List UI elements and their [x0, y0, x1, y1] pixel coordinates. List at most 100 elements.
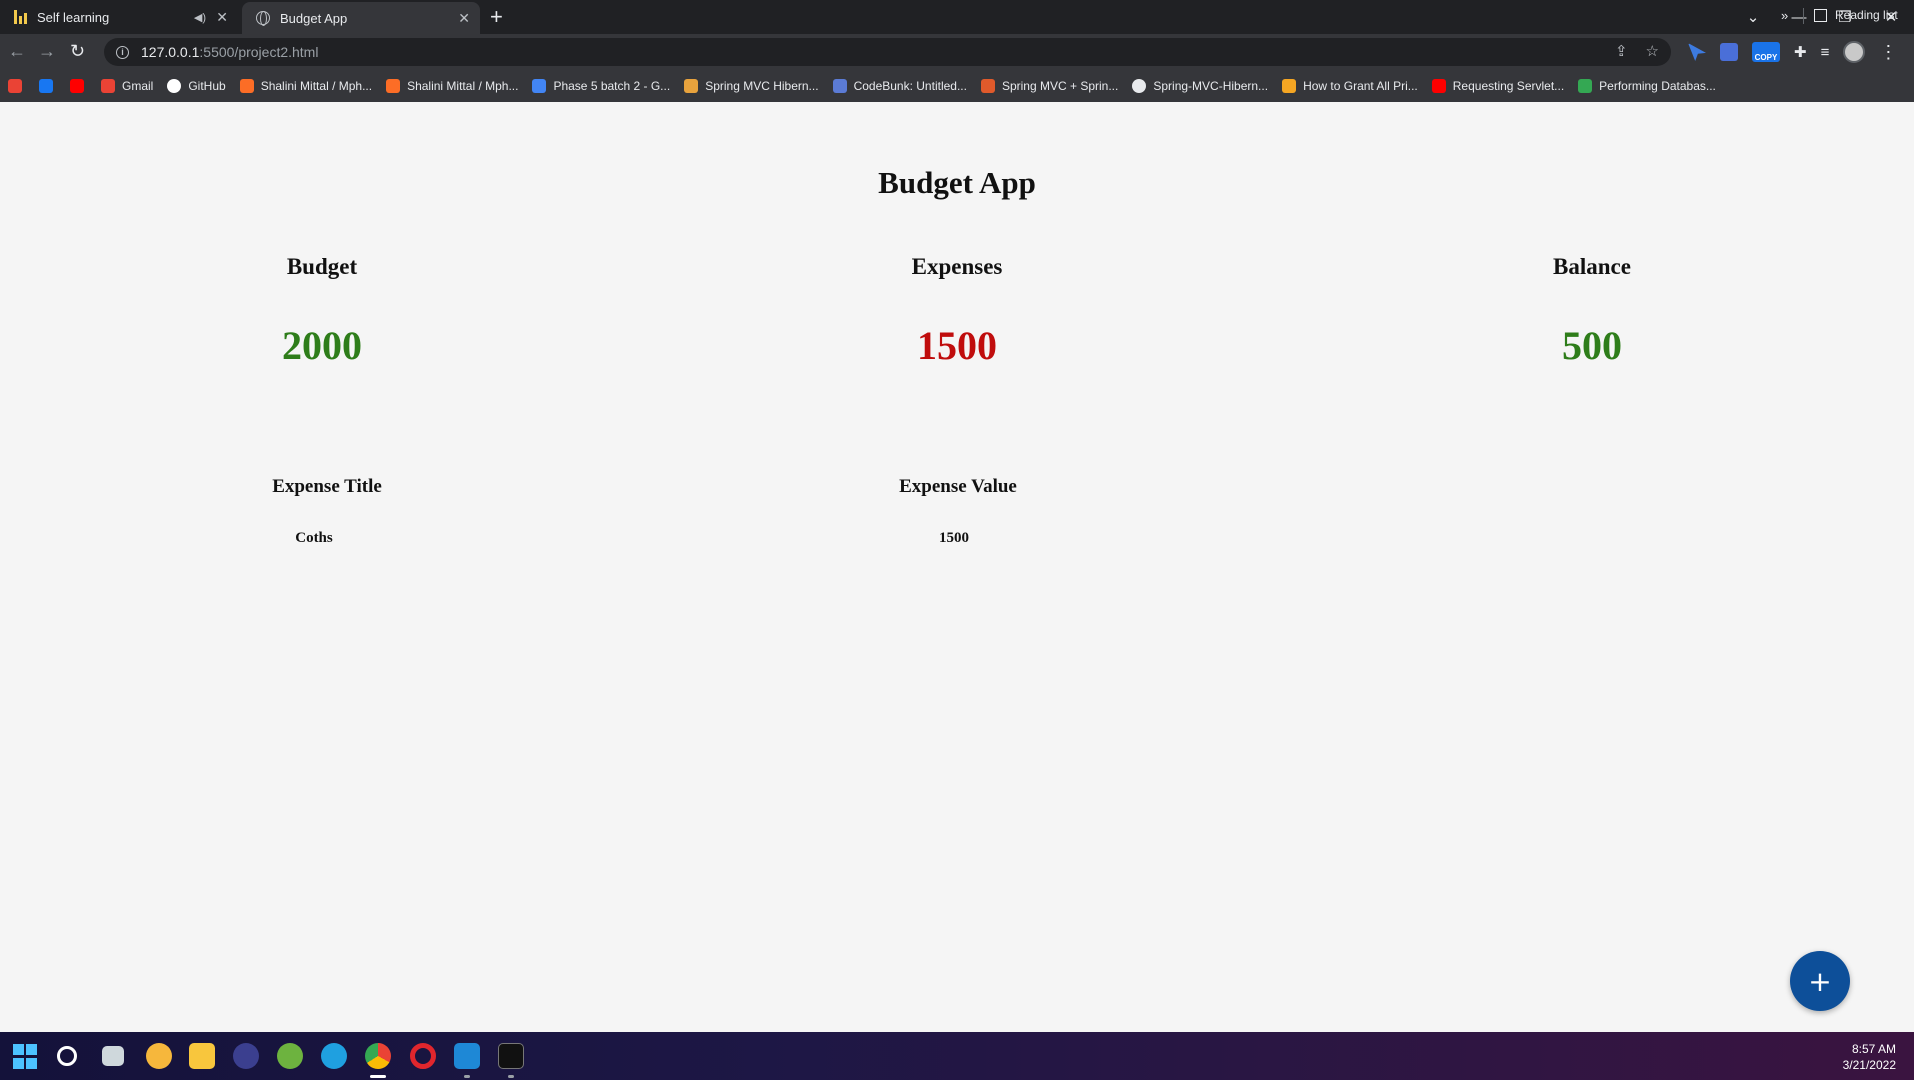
docs-icon	[532, 79, 547, 93]
info-icon[interactable]: i	[116, 45, 129, 59]
bookmark-star-icon[interactable]: ☆	[1646, 42, 1659, 60]
add-expense-button[interactable]: +	[1790, 951, 1850, 1011]
bookmark-item[interactable]: How to Grant All Pri...	[1282, 79, 1418, 93]
forward-icon[interactable]: →	[38, 41, 56, 62]
tab-search-icon[interactable]: ⌄	[1730, 8, 1776, 26]
share-icon[interactable]: ⇪	[1615, 42, 1628, 60]
bookmark-item[interactable]: Performing Databas...	[1578, 79, 1716, 93]
budget-label: Budget	[286, 254, 358, 279]
tab-budget-app[interactable]: Budget App ✕	[242, 2, 480, 34]
copy-extension-icon[interactable]: COPY	[1752, 42, 1780, 62]
bookmark-item[interactable]	[70, 79, 91, 93]
bookmark-item[interactable]: Shalini Mittal / Mph...	[239, 79, 373, 93]
task-view-icon[interactable]	[102, 1046, 124, 1066]
bookmark-item[interactable]: GitHub	[167, 79, 226, 93]
bookmark-item[interactable]: Gmail	[101, 79, 153, 93]
budget-summary: Budget 2000	[172, 254, 472, 369]
address-bar[interactable]: i 127.0.0.1:5500/project2.html ⇪ ☆	[104, 38, 1671, 66]
omnibox-actions: ⇪ ☆	[1615, 42, 1659, 60]
budget-amount: 2000	[282, 323, 362, 368]
globe-icon	[1132, 79, 1147, 93]
gitlab-icon	[239, 79, 254, 93]
balance-summary: Balance 500	[1442, 254, 1742, 369]
edge-icon[interactable]	[321, 1043, 347, 1069]
youtube-icon	[70, 79, 84, 93]
bookmark-item[interactable]	[39, 79, 60, 93]
expense-row-value: 1500	[939, 530, 969, 546]
browser-menu-icon[interactable]: ⋮	[1879, 42, 1897, 63]
budget-app-page: Budget App Budget 2000 Expenses 1500 Bal…	[0, 102, 1914, 1032]
file-explorer-icon[interactable]	[189, 1043, 215, 1069]
extensions-puzzle-icon[interactable]: ✚	[1794, 43, 1807, 61]
journaldev-icon	[980, 79, 995, 93]
back-icon[interactable]: ←	[8, 41, 26, 62]
opera-icon[interactable]	[410, 1043, 436, 1069]
weather-widget-icon[interactable]	[146, 1043, 172, 1069]
expense-title-header: Expense Title	[272, 476, 382, 497]
system-clock[interactable]: 8:57 AM 3/21/2022	[1843, 1041, 1896, 1073]
chrome-icon[interactable]	[365, 1043, 391, 1069]
page-title: Budget App	[878, 165, 1036, 200]
url-text[interactable]: 127.0.0.1:5500/project2.html	[141, 44, 318, 60]
bookmark-item[interactable]: Spring MVC Hibern...	[684, 79, 819, 93]
more-bookmarks-icon[interactable]: »	[1781, 8, 1788, 23]
close-tab-icon[interactable]: ✕	[458, 10, 470, 27]
spring-tools-icon[interactable]	[277, 1043, 303, 1069]
javatpoint-icon	[684, 79, 699, 93]
tab-title: Budget App	[280, 10, 348, 26]
balance-label: Balance	[1553, 254, 1631, 279]
balance-amount: 500	[1562, 323, 1622, 368]
bookmark-label: Shalini Mittal / Mph...	[260, 79, 373, 93]
reading-list-label: Reading list	[1835, 8, 1898, 22]
search-icon[interactable]	[57, 1046, 77, 1066]
chart-favicon-icon	[14, 10, 27, 24]
expenses-label: Expenses	[911, 254, 1003, 279]
profile-avatar[interactable]	[1843, 41, 1866, 63]
tab-title: Self learning	[37, 9, 110, 25]
cursor-extension-icon[interactable]	[1688, 43, 1706, 61]
eclipse-icon[interactable]	[233, 1043, 259, 1069]
browser-toolbar: ← → ↻ i 127.0.0.1:5500/project2.html ⇪ ☆…	[0, 34, 1914, 70]
bookmark-label: GitHub	[188, 79, 226, 93]
bookmark-label: Shalini Mittal / Mph...	[407, 79, 519, 93]
gmail-icon	[8, 79, 22, 93]
bookmark-item[interactable]: Phase 5 batch 2 - G...	[532, 79, 670, 93]
bookmark-label: CodeBunk: Untitled...	[853, 79, 967, 93]
bookmark-label: Spring MVC Hibern...	[705, 79, 819, 93]
reload-icon[interactable]: ↻	[70, 41, 85, 62]
media-control-icon[interactable]: ≡	[1821, 44, 1830, 61]
clock-time: 8:57 AM	[1851, 1042, 1896, 1056]
url-host: 127.0.0.1	[141, 44, 200, 60]
terminal-open-indicator	[508, 1075, 514, 1078]
reading-list-icon	[1814, 8, 1827, 22]
tab-manager-extension-icon[interactable]	[1720, 43, 1738, 61]
bookmark-item[interactable]: Spring-MVC-Hibern...	[1132, 79, 1268, 93]
bookmark-item[interactable]: Shalini Mittal / Mph...	[386, 79, 518, 93]
youtube-icon	[1431, 79, 1446, 93]
speaker-icon[interactable]: ◀)	[194, 11, 206, 24]
bookmark-item[interactable]: Spring MVC + Sprin...	[980, 79, 1118, 93]
close-tab-icon[interactable]: ✕	[216, 9, 228, 26]
bookmark-label: Performing Databas...	[1599, 79, 1716, 93]
terminal-icon[interactable]	[498, 1043, 524, 1069]
tab-self-learning[interactable]: Self learning ◀) ✕	[0, 0, 238, 34]
expense-value-header: Expense Value	[899, 476, 1017, 497]
digitalocean-icon	[1282, 79, 1297, 93]
facebook-icon	[39, 79, 53, 93]
expenses-amount: 1500	[917, 323, 997, 368]
start-windows-icon[interactable]	[13, 1044, 39, 1070]
bookmark-item[interactable]: CodeBunk: Untitled...	[832, 79, 967, 93]
bookmark-item[interactable]	[8, 79, 29, 93]
reading-list-button[interactable]: Reading list	[1814, 8, 1898, 22]
gitlab-icon	[386, 79, 401, 93]
new-tab-icon[interactable]: +	[490, 4, 503, 30]
bookmarks-bar: Gmail GitHub Shalini Mittal / Mph... Shalin…	[0, 70, 1914, 102]
expenses-summary: Expenses 1500	[807, 254, 1107, 369]
vscode-open-indicator	[464, 1075, 470, 1078]
url-path: :5500/project2.html	[199, 44, 319, 60]
extensions-area: COPY ✚ ≡ ⋮	[1688, 41, 1897, 63]
bookmark-label: Spring-MVC-Hibern...	[1153, 79, 1269, 93]
bookmark-item[interactable]: Requesting Servlet...	[1431, 79, 1564, 93]
clock-date: 3/21/2022	[1842, 1058, 1896, 1072]
vscode-icon[interactable]	[454, 1043, 480, 1069]
